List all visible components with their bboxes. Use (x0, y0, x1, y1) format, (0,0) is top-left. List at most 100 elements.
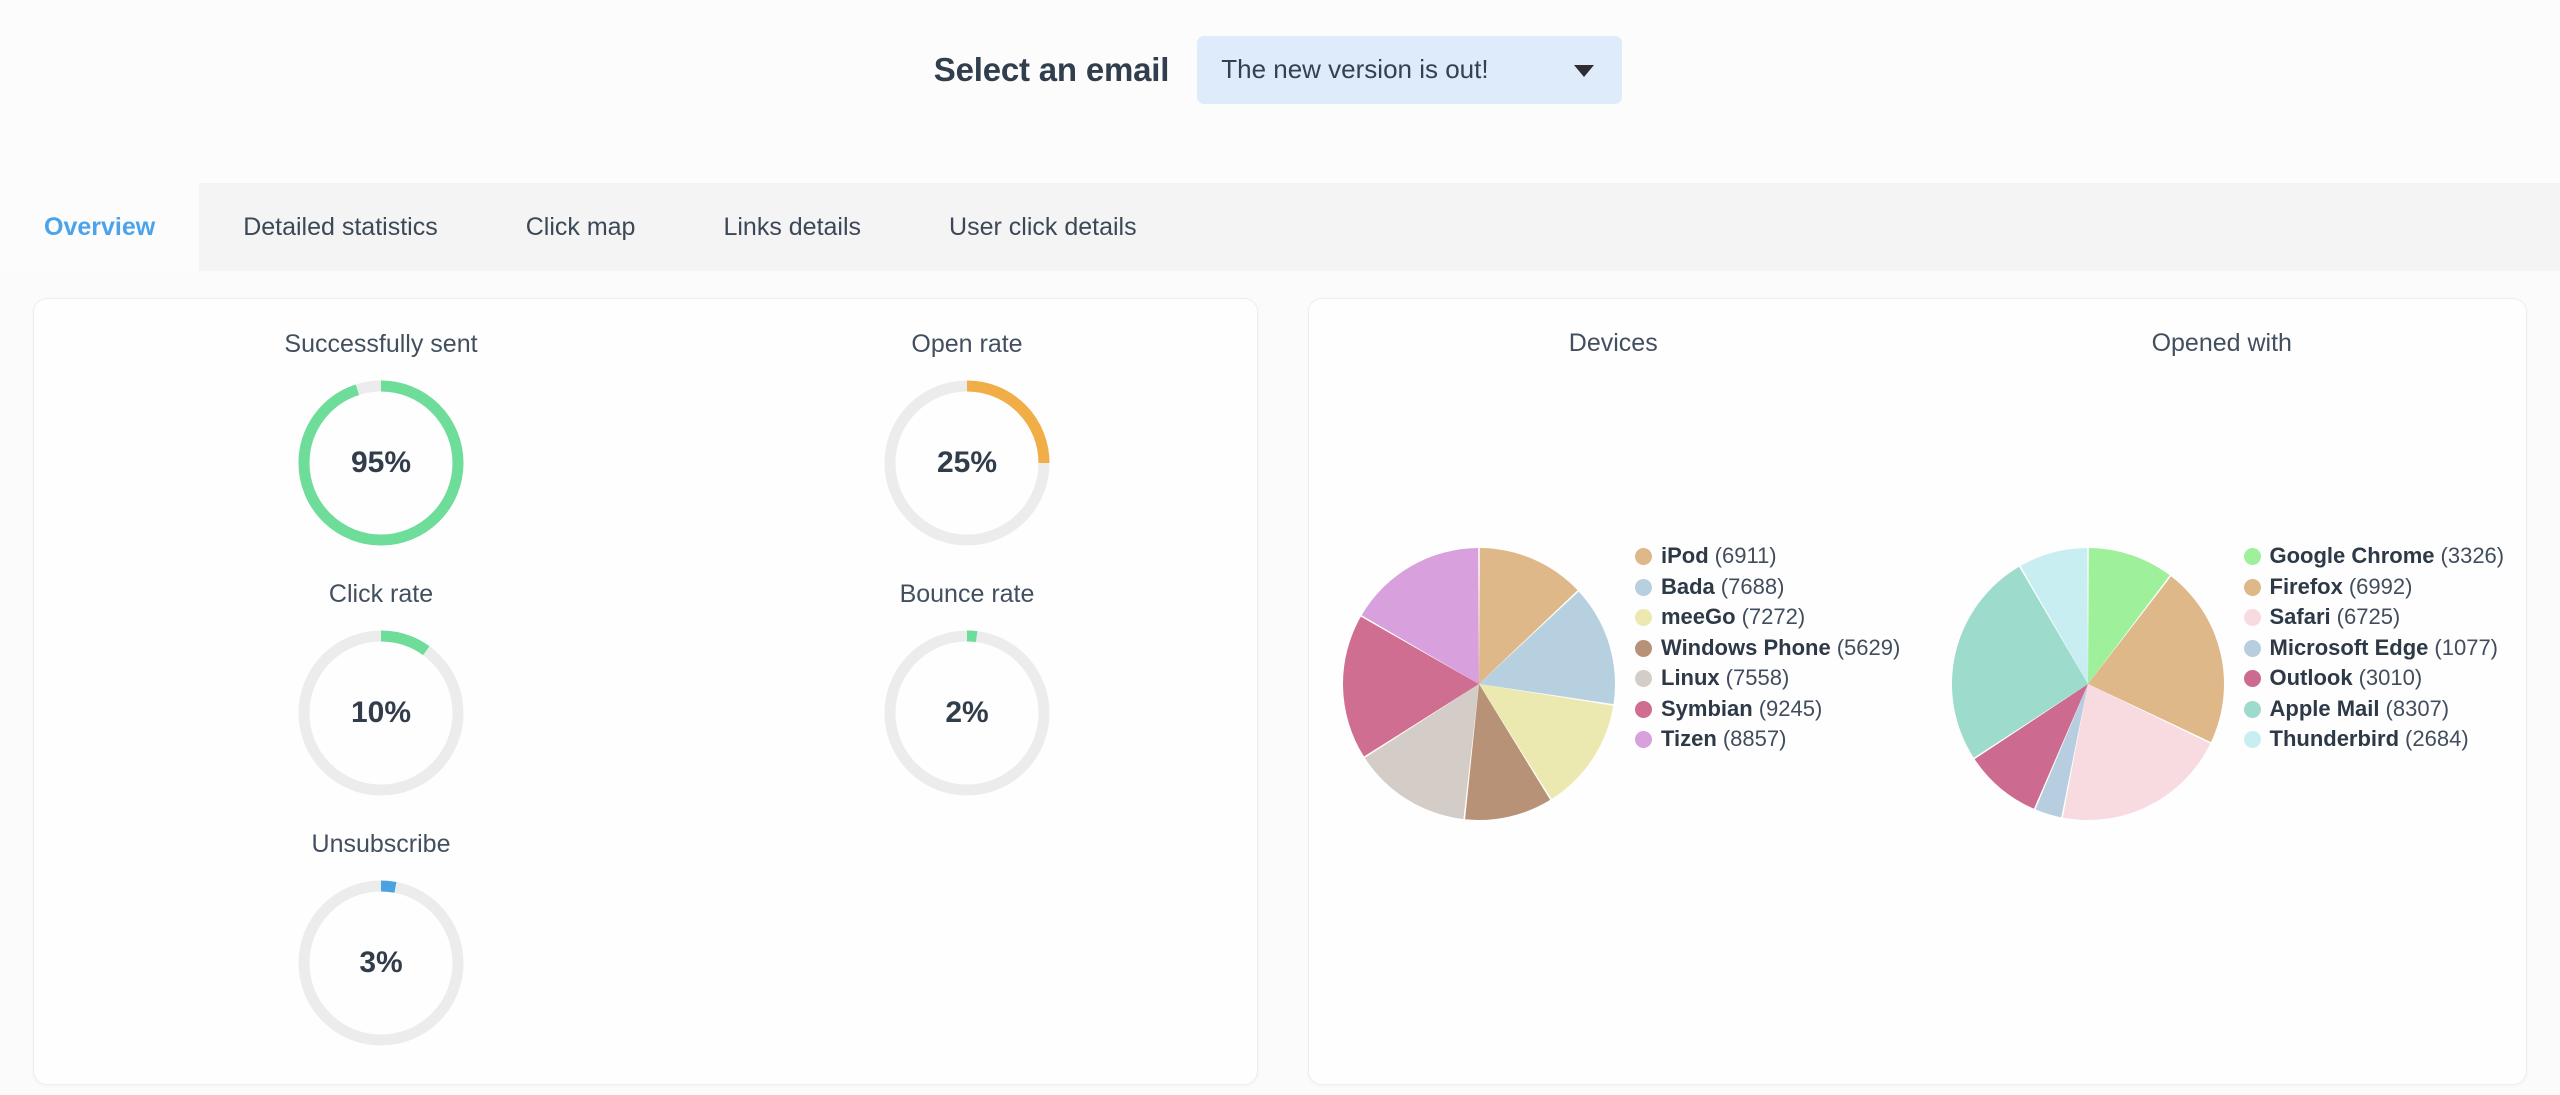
page-title: Select an email (933, 50, 1170, 88)
gauge-label: Click rate (328, 580, 434, 608)
gauge-value: 10% (350, 696, 412, 729)
legend-swatch-icon (2243, 731, 2261, 748)
legend-item[interactable]: Symbian (9245) (1635, 694, 1915, 725)
tab-overview[interactable]: Overview (0, 183, 200, 271)
gauge-value: 2% (945, 696, 989, 729)
legend-item[interactable]: Firefox (6992) (2243, 572, 2524, 603)
legend-item[interactable]: Apple Mail (8307) (2243, 694, 2524, 725)
legend-swatch-icon (1635, 731, 1652, 748)
legend-label: Safari (2269, 604, 2331, 629)
gauge-value: 95% (350, 446, 412, 479)
page-header: Select an email The new version is out! (0, 0, 2560, 183)
legend-count: (3010) (2358, 665, 2423, 690)
opened-with-legend: Google Chrome (3326) Firefox (6992) Safari (6… (2243, 541, 2524, 755)
gauge-grid: Successfully sent 95% Open rate 25% Click ra… (34, 299, 1257, 1084)
gauge-open-rate: Open rate 25% (727, 329, 1207, 553)
legend-label: meeGo (1661, 604, 1736, 629)
email-select[interactable]: The new version is out! (1197, 35, 1623, 104)
tab-links-details[interactable]: Links details (679, 183, 905, 271)
devices-legend: iPod (6911) Bada (7688) meeGo (7272) Windows P… (1635, 541, 1915, 755)
legend-count: (6992) (2348, 573, 2413, 599)
gauge-ring: 2% (877, 623, 1057, 803)
legend-item[interactable]: iPod (6911) (1635, 541, 1915, 572)
gauge-ring: 95% (291, 373, 471, 553)
legend-count: (1077) (2434, 634, 2498, 660)
chevron-down-icon (1574, 64, 1595, 77)
legend-item[interactable]: Google Chrome (3326) (2243, 541, 2524, 572)
tab-label: Click map (525, 212, 636, 241)
legend-label: Thunderbird (2269, 726, 2400, 751)
legend-swatch-icon (1635, 609, 1652, 626)
gauge-unsubscribe: Unsubscribe 3% (141, 829, 621, 1053)
legend-label: Outlook (2269, 665, 2353, 690)
legend-label: Microsoft Edge (2269, 634, 2429, 660)
legend-count: (2684) (2405, 726, 2469, 751)
legend-swatch-icon (2243, 670, 2261, 687)
legend-swatch-icon (1635, 700, 1652, 718)
tab-click-map[interactable]: Click map (482, 183, 680, 271)
legend-swatch-icon (2243, 609, 2261, 626)
metrics-card: Successfully sent 95% Open rate 25% Click ra… (33, 298, 1258, 1085)
legend-item[interactable]: Windows Phone (5629) (1635, 633, 1915, 664)
opened-with-chart-section: Opened with Google Chrome (3326) Firefox (6… (1918, 299, 2527, 1084)
devices-chart-section: Devices iPod (6911) Bada (7688) meeGo (7272) W… (1309, 299, 1918, 1084)
gauge-ring: 25% (877, 373, 1057, 553)
tab-user-click-details[interactable]: User click details (905, 183, 1181, 271)
gauge-ring: 3% (291, 873, 471, 1053)
legend-label: Bada (1661, 573, 1715, 599)
tab-label: Overview (44, 212, 156, 241)
legend-item[interactable]: Tizen (8857) (1635, 724, 1915, 755)
gauge-click-rate: Click rate 10% (141, 579, 621, 803)
gauge-bounce-rate: Bounce rate 2% (727, 579, 1207, 803)
tab-label: Links details (723, 212, 862, 241)
legend-label: Firefox (2269, 573, 2343, 599)
legend-count: (6725) (2336, 604, 2401, 629)
legend-count: (8857) (1722, 726, 1787, 751)
legend-label: Windows Phone (1661, 634, 1831, 660)
opened-with-chart-title: Opened with (2151, 329, 2292, 357)
email-select-value: The new version is out! (1221, 54, 1489, 84)
legend-item[interactable]: Microsoft Edge (1077) (2243, 633, 2524, 664)
legend-item[interactable]: meeGo (7272) (1635, 602, 1915, 633)
legend-swatch-icon (1635, 639, 1652, 657)
gauge-successfully-sent: Successfully sent 95% (141, 329, 621, 553)
legend-swatch-icon (2243, 578, 2261, 596)
legend-count: (8307) (2385, 695, 2450, 721)
gauge-label: Open rate (911, 330, 1023, 358)
gauge-label: Successfully sent (284, 330, 478, 358)
tab-detailed-statistics[interactable]: Detailed statistics (199, 183, 482, 271)
legend-swatch-icon (1635, 578, 1652, 596)
gauge-label: Unsubscribe (311, 830, 451, 858)
legend-label: Google Chrome (2269, 543, 2435, 568)
legend-count: (3326) (2440, 543, 2505, 568)
legend-item[interactable]: Bada (7688) (1635, 572, 1915, 603)
legend-count: (7688) (1720, 573, 1785, 599)
legend-count: (6911) (1714, 543, 1777, 568)
app-root: Select an email The new version is out! … (0, 0, 2560, 1095)
legend-item[interactable]: Outlook (3010) (2243, 663, 2524, 694)
gauge-ring: 10% (291, 623, 471, 803)
legend-count: (7558) (1725, 665, 1790, 690)
legend-count: (9245) (1758, 695, 1823, 721)
legend-count: (7272) (1741, 604, 1806, 629)
header-content: Select an email The new version is out! (933, 35, 1623, 104)
legend-label: Linux (1661, 665, 1720, 690)
legend-swatch-icon (1635, 670, 1652, 687)
tab-bar: Overview Detailed statistics Click map Link… (0, 183, 2560, 271)
legend-label: Symbian (1661, 695, 1753, 721)
legend-swatch-icon (1635, 548, 1652, 565)
devices-chart-title: Devices (1568, 329, 1658, 357)
legend-item[interactable]: Thunderbird (2684) (2243, 724, 2524, 755)
legend-item[interactable]: Linux (7558) (1635, 663, 1915, 694)
legend-swatch-icon (2243, 700, 2261, 718)
gauge-value: 25% (936, 446, 998, 479)
legend-label: iPod (1661, 543, 1709, 568)
legend-count: (5629) (1836, 634, 1901, 660)
dashboard-cards: Successfully sent 95% Open rate 25% Click ra… (33, 298, 2527, 1085)
gauge-label: Bounce rate (899, 580, 1035, 608)
legend-swatch-icon (2243, 639, 2261, 657)
legend-item[interactable]: Safari (6725) (2243, 602, 2524, 633)
tab-label: Detailed statistics (243, 212, 438, 241)
gauge-value: 3% (359, 946, 403, 979)
tab-label: User click details (949, 212, 1137, 241)
